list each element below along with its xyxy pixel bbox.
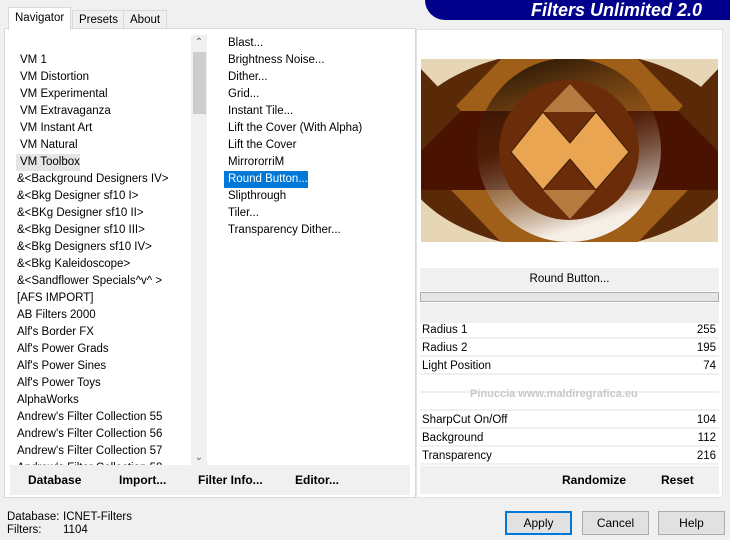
category-list[interactable]: VM 1 VM Distortion VM Experimental VM Extra…: [12, 35, 191, 465]
import-button[interactable]: Import...: [119, 473, 166, 487]
apply-button[interactable]: Apply: [505, 511, 572, 535]
tab-about[interactable]: About: [123, 10, 168, 29]
editor-button[interactable]: Editor...: [295, 473, 339, 487]
category-item[interactable]: VM Experimental: [16, 86, 108, 103]
database-value: ICNET-Filters: [63, 511, 132, 523]
app-title-banner: Filters Unlimited 2.0: [425, 0, 730, 20]
filter-item[interactable]: Instant Tile...: [224, 103, 293, 120]
category-item[interactable]: &<Sandflower Specials^v^ >: [13, 273, 162, 290]
slider-label: Light Position: [422, 360, 492, 372]
slider-label: SharpCut On/Off: [422, 414, 508, 426]
preset-button-bar: Randomize Reset: [420, 466, 719, 494]
slider-light-position[interactable]: Light Position 74: [420, 359, 719, 375]
spacer: [420, 303, 719, 323]
progress-bar: [420, 292, 719, 302]
database-button[interactable]: Database: [28, 473, 81, 487]
filter-item[interactable]: Round Button...: [224, 171, 308, 188]
category-item[interactable]: VM Extravaganza: [16, 103, 111, 120]
watermark: Pinuccia www.maldiregrafica.eu: [470, 388, 638, 400]
category-item[interactable]: AB Filters 2000: [13, 307, 96, 324]
preview-image: [421, 59, 718, 242]
slider-sharpcut[interactable]: SharpCut On/Off 104: [420, 413, 719, 429]
category-item[interactable]: VM Distortion: [16, 69, 89, 86]
scroll-up-icon[interactable]: ⌃: [191, 37, 207, 48]
category-item[interactable]: Andrew's Filter Collection 56: [13, 426, 162, 443]
slider-radius-2[interactable]: Radius 2 195: [420, 341, 719, 357]
category-item[interactable]: Alf's Border FX: [13, 324, 94, 341]
tab-navigator[interactable]: Navigator: [8, 7, 72, 30]
tab-presets[interactable]: Presets: [72, 10, 125, 29]
category-item[interactable]: VM 1: [16, 52, 47, 69]
category-item[interactable]: VM Natural: [16, 137, 78, 154]
slider-label: Radius 1: [422, 324, 468, 336]
category-scrollbar[interactable]: ⌃ ⌄: [191, 35, 207, 465]
filter-item[interactable]: Tiler...: [224, 205, 259, 222]
category-item[interactable]: VM Instant Art: [16, 120, 92, 137]
reset-button[interactable]: Reset: [661, 473, 694, 487]
scroll-thumb[interactable]: [193, 52, 206, 114]
filter-item[interactable]: Slipthrough: [224, 188, 286, 205]
category-item[interactable]: VM Toolbox: [16, 154, 80, 171]
category-item[interactable]: AlphaWorks: [13, 392, 79, 409]
filter-item[interactable]: Lift the Cover (With Alpha): [224, 120, 362, 137]
database-label: Database:: [7, 511, 60, 523]
slider-value: 216: [696, 450, 716, 462]
filters-label: Filters:: [7, 524, 42, 536]
slider-label: Background: [422, 432, 484, 444]
category-item[interactable]: Alf's Power Toys: [13, 375, 101, 392]
filter-item[interactable]: Grid...: [224, 86, 259, 103]
slider-label: Transparency: [422, 450, 492, 462]
slider-value: 195: [696, 342, 716, 354]
filter-item[interactable]: Brightness Noise...: [224, 52, 325, 69]
navigator-button-bar: Database Import... Filter Info... Editor…: [10, 465, 410, 495]
filter-item[interactable]: Transparency Dither...: [224, 222, 341, 239]
slider-value: 112: [697, 432, 716, 444]
category-item[interactable]: &<Bkg Designer sf10 III>: [13, 222, 145, 239]
randomize-button[interactable]: Randomize: [562, 473, 626, 487]
category-item[interactable]: Andrew's Filter Collection 57: [13, 443, 162, 460]
category-item[interactable]: Andrew's Filter Collection 55: [13, 409, 162, 426]
slider-background[interactable]: Background 112: [420, 431, 719, 447]
slider-radius-1[interactable]: Radius 1 255: [420, 323, 719, 339]
help-button[interactable]: Help: [658, 511, 725, 535]
category-item[interactable]: &<Bkg Designers sf10 IV>: [13, 239, 152, 256]
category-item[interactable]: &<Background Designers IV>: [13, 171, 169, 188]
slider-value: 255: [696, 324, 716, 336]
scroll-down-icon[interactable]: ⌄: [191, 452, 207, 463]
slider-value: 104: [696, 414, 716, 426]
category-item[interactable]: &<Bkg Kaleidoscope>: [13, 256, 130, 273]
category-item[interactable]: Alf's Power Sines: [13, 358, 106, 375]
category-item[interactable]: [AFS IMPORT]: [13, 290, 93, 307]
slider-transparency[interactable]: Transparency 216: [420, 449, 719, 465]
category-item[interactable]: &<Bkg Designer sf10 I>: [13, 188, 138, 205]
filter-item[interactable]: Blast...: [224, 35, 263, 52]
filter-item[interactable]: Dither...: [224, 69, 268, 86]
filter-name-label: Round Button...: [420, 268, 719, 291]
filter-info-button[interactable]: Filter Info...: [198, 473, 263, 487]
category-item[interactable]: Alf's Power Grads: [13, 341, 109, 358]
filter-item[interactable]: MirrororriM: [224, 154, 284, 171]
slider-value: 74: [703, 360, 716, 372]
filter-item[interactable]: Lift the Cover: [224, 137, 296, 154]
category-item[interactable]: &<BKg Designer sf10 II>: [13, 205, 144, 222]
cancel-button[interactable]: Cancel: [582, 511, 649, 535]
slider-label: Radius 2: [422, 342, 468, 354]
filter-list[interactable]: Blast... Brightness Noise... Dither... Grid…: [222, 35, 412, 465]
filters-count: 1104: [63, 524, 88, 536]
